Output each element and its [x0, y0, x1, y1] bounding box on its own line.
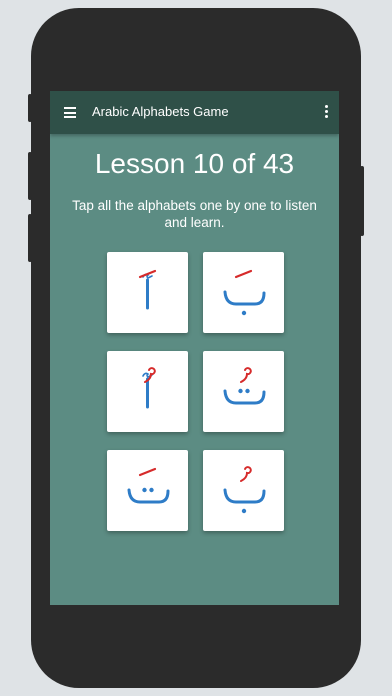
ta-stroke	[142, 487, 147, 493]
letter-glyph-ta	[127, 467, 170, 504]
phone-volume-up-button	[28, 152, 32, 200]
ba-stroke	[241, 508, 247, 514]
ta-stroke	[127, 488, 170, 504]
damma-diacritic	[240, 367, 252, 383]
letter-card-2[interactable]	[203, 252, 284, 333]
ba-stroke	[241, 310, 247, 316]
letter-glyph-ta	[223, 367, 266, 405]
letter-card-5[interactable]	[107, 450, 188, 531]
letter-glyph-alif	[138, 269, 157, 310]
app-bar: Arabic Alphabets Game	[50, 91, 339, 134]
ta-stroke	[149, 487, 154, 493]
hamburger-menu-icon[interactable]	[64, 107, 76, 118]
app-title: Arabic Alphabets Game	[92, 104, 229, 119]
phone-volume-down-button	[28, 214, 32, 262]
ta-stroke	[223, 389, 266, 405]
damma-diacritic	[240, 466, 252, 482]
lesson-title: Lesson 10 of 43	[94, 148, 295, 179]
letter-card-3[interactable]	[107, 351, 188, 432]
fatha-diacritic	[138, 467, 157, 477]
ba-stroke	[223, 290, 266, 306]
app-screen: Arabic Alphabets Game Lesson 10 of 43 Ta…	[50, 91, 339, 605]
letter-card-4[interactable]	[203, 351, 284, 432]
letter-glyph-ba	[223, 269, 266, 316]
ta-stroke	[245, 388, 250, 394]
more-vert-icon[interactable]	[323, 105, 329, 119]
letter-glyph-alif	[142, 367, 156, 409]
letter-card-6[interactable]	[203, 450, 284, 531]
letter-card-1[interactable]	[107, 252, 188, 333]
fatha-diacritic	[234, 269, 253, 279]
lesson-instruction: Tap all the alphabets one by one to list…	[72, 198, 317, 230]
letter-glyph-ba	[223, 466, 266, 514]
ta-stroke	[238, 388, 243, 394]
ba-stroke	[223, 488, 266, 504]
phone-side-button	[28, 94, 32, 122]
phone-power-button	[360, 166, 364, 236]
